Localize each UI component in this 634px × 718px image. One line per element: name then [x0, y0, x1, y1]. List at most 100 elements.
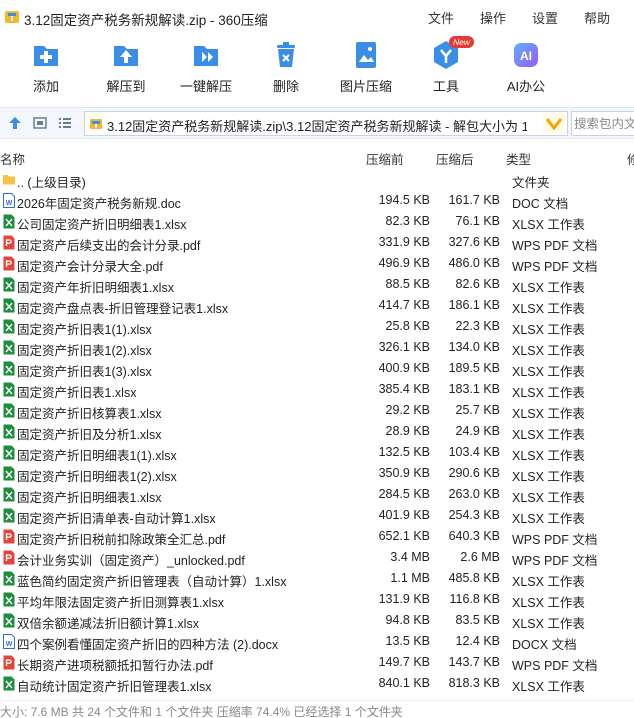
file-row[interactable]: 会计业务实训（固定资产）_unlocked.pdf 3.4 MB 2.6 MB WPS… — [0, 547, 634, 568]
file-size: 25.8 KB — [385, 319, 430, 333]
search-box[interactable] — [571, 111, 634, 136]
column-size[interactable]: 压缩前 — [366, 149, 404, 168]
file-name: 自动统计固定资产折旧管理表1.xlsx — [17, 680, 212, 694]
column-packed[interactable]: 压缩后 — [436, 149, 474, 168]
title-bar: 3.12固定资产税务新规解读.zip - 360压缩 文件 操作 设置 帮助 — [0, 0, 634, 34]
column-modified[interactable]: 修 — [627, 149, 634, 168]
file-packed-size: 263.0 KB — [448, 487, 500, 501]
file-name: 固定资产折旧明细表1(1).xlsx — [17, 449, 177, 463]
window-title: 3.12固定资产税务新规解读.zip - 360压缩 — [24, 13, 268, 28]
file-row[interactable]: 固定资产折旧明细表1(2).xlsx 350.9 KB 290.6 KB XLSX 工… — [0, 463, 634, 484]
excel-file-icon — [3, 613, 15, 628]
file-row[interactable]: 自动统计固定资产折旧管理表1.xlsx 840.1 KB 818.3 KB XLSX … — [0, 673, 634, 694]
file-type: XLSX 工作表 — [512, 302, 585, 316]
file-size: 149.7 KB — [378, 655, 430, 669]
file-row[interactable]: 固定资产折旧表1(1).xlsx 25.8 KB 22.3 KB XLSX 工作表 — [0, 316, 634, 337]
tools-button[interactable]: New 工具 — [411, 36, 481, 100]
file-row[interactable]: 固定资产折旧表1(2).xlsx 326.1 KB 134.0 KB XLSX 工作表 — [0, 337, 634, 358]
column-type[interactable]: 类型 — [506, 149, 531, 168]
menu-help[interactable]: 帮助 — [584, 8, 610, 27]
excel-file-icon — [3, 592, 15, 607]
file-row[interactable]: 固定资产年折旧明细表1.xlsx 88.5 KB 82.6 KB XLSX 工作表 — [0, 274, 634, 295]
file-row[interactable]: 固定资产盘点表-折旧管理登记表1.xlsx 414.7 KB 186.1 KB XLS… — [0, 295, 634, 316]
file-size: 326.1 KB — [378, 340, 430, 354]
column-name[interactable]: 名称 — [0, 149, 25, 168]
file-row[interactable]: W 2026年固定资产税务新规.doc 194.5 KB 161.7 KB DOC 文档 — [0, 190, 634, 211]
ai-office-button[interactable]: AI AI办公 — [491, 38, 561, 100]
file-packed-size: 254.3 KB — [448, 508, 500, 522]
file-name: 固定资产折旧表1(2).xlsx — [17, 344, 152, 358]
file-name: 固定资产折旧明细表1.xlsx — [17, 491, 162, 505]
file-packed-size: 818.3 KB — [448, 676, 500, 690]
one-click-extract-icon — [194, 46, 218, 66]
file-row[interactable]: 固定资产折旧明细表1(1).xlsx 132.5 KB 103.4 KB XLSX 工… — [0, 442, 634, 463]
file-row[interactable]: 长期资产进项税额抵扣暂行办法.pdf 149.7 KB 143.7 KB WPS PD… — [0, 652, 634, 673]
file-packed-size: 290.6 KB — [448, 466, 500, 480]
delete-button[interactable]: 删除 — [251, 38, 321, 100]
archive-icon — [90, 119, 102, 129]
file-row[interactable]: 固定资产折旧清单表-自动计算1.xlsx 401.9 KB 254.3 KB XLSX… — [0, 505, 634, 526]
file-name: 固定资产折旧表1(1).xlsx — [17, 323, 152, 337]
file-name: .. (上级目录) — [17, 176, 86, 190]
file-packed-size: 116.8 KB — [449, 592, 500, 606]
file-packed-size: 327.6 KB — [448, 235, 500, 249]
file-row[interactable]: 固定资产折旧明细表1.xlsx 284.5 KB 263.0 KB XLSX 工作表 — [0, 484, 634, 505]
file-row[interactable]: 固定资产会计分录大全.pdf 496.9 KB 486.0 KB WPS PDF 文档 — [0, 253, 634, 274]
file-row[interactable]: 固定资产折旧表1.xlsx 385.4 KB 183.1 KB XLSX 工作表 — [0, 379, 634, 400]
file-packed-size: 485.8 KB — [448, 571, 500, 585]
file-row[interactable]: 蓝色简约固定资产折旧管理表（自动计算）1.xlsx 1.1 MB 485.8 KB X… — [0, 568, 634, 589]
file-type: XLSX 工作表 — [512, 407, 585, 421]
file-name: 长期资产进项税额抵扣暂行办法.pdf — [17, 659, 213, 673]
add-button[interactable]: 添加 — [11, 38, 81, 100]
file-type: WPS PDF 文档 — [512, 533, 598, 547]
view-list-icon[interactable] — [58, 116, 72, 130]
file-row[interactable]: 固定资产折旧税前扣除政策全汇总.pdf 652.1 KB 640.3 KB WPS P… — [0, 526, 634, 547]
excel-file-icon — [3, 361, 15, 376]
menu-operation[interactable]: 操作 — [480, 8, 506, 27]
file-row[interactable]: 固定资产折旧及分析1.xlsx 28.9 KB 24.9 KB XLSX 工作表 — [0, 421, 634, 442]
file-size: 82.3 KB — [385, 214, 430, 228]
up-arrow-icon[interactable] — [8, 116, 22, 130]
file-name: 固定资产年折旧明细表1.xlsx — [17, 281, 174, 295]
search-input[interactable] — [574, 113, 634, 134]
image-compress-button[interactable]: 图片压缩 — [331, 38, 401, 100]
excel-file-icon — [3, 466, 15, 481]
toolbar: 添加 解压到 一键解压 删除 图片压缩 New 工具 AI AI办公 — [0, 34, 634, 102]
file-size: 132.5 KB — [378, 445, 430, 459]
excel-file-icon — [3, 487, 15, 502]
file-type: XLSX 工作表 — [512, 512, 585, 526]
path-field[interactable]: 3.12固定资产税务新规解读.zip\3.12固定资产税务新规解读 - 解包大小… — [84, 111, 568, 136]
menu-settings[interactable]: 设置 — [532, 8, 558, 27]
file-packed-size: 186.1 KB — [448, 298, 500, 312]
file-type: XLSX 工作表 — [512, 596, 585, 610]
file-packed-size: 22.3 KB — [455, 319, 500, 333]
file-row[interactable]: 固定资产后续支出的会计分录.pdf 331.9 KB 327.6 KB WPS PDF… — [0, 232, 634, 253]
address-bar: 3.12固定资产税务新规解读.zip\3.12固定资产税务新规解读 - 解包大小… — [0, 107, 634, 139]
file-size: 194.5 KB — [378, 193, 430, 207]
file-type: WPS PDF 文档 — [512, 260, 598, 274]
file-row[interactable]: 平均年限法固定资产折旧测算表1.xlsx 131.9 KB 116.8 KB XLSX… — [0, 589, 634, 610]
file-type: DOCX 文档 — [512, 638, 577, 652]
extract-to-button[interactable]: 解压到 — [91, 38, 161, 100]
file-size: 28.9 KB — [385, 424, 430, 438]
excel-file-icon — [3, 445, 15, 460]
file-row[interactable]: 公司固定资产折旧明细表1.xlsx 82.3 KB 76.1 KB XLSX 工作表 — [0, 211, 634, 232]
parent-folder-row[interactable]: .. (上级目录) 文件夹 — [0, 169, 634, 190]
menu-file[interactable]: 文件 — [428, 8, 454, 27]
one-click-extract-button[interactable]: 一键解压 — [171, 38, 241, 100]
file-type: XLSX 工作表 — [512, 491, 585, 505]
file-row[interactable]: 双倍余额递减法折旧额计算1.xlsx 94.8 KB 83.5 KB XLSX 工作表 — [0, 610, 634, 631]
file-row[interactable]: 固定资产折旧核算表1.xlsx 29.2 KB 25.7 KB XLSX 工作表 — [0, 400, 634, 421]
file-type: XLSX 工作表 — [512, 365, 585, 379]
view-icons-icon[interactable] — [33, 116, 47, 130]
file-name: 固定资产折旧税前扣除政策全汇总.pdf — [17, 533, 226, 547]
file-size: 284.5 KB — [378, 487, 430, 501]
path-dropdown-button[interactable] — [543, 113, 565, 134]
file-size: 652.1 KB — [378, 529, 430, 543]
file-packed-size: 82.6 KB — [455, 277, 500, 291]
file-row[interactable]: W 四个案例看懂固定资产折旧的四种方法 (2).docx 13.5 KB 12.4 K… — [0, 631, 634, 652]
file-row[interactable]: 固定资产折旧表1(3).xlsx 400.9 KB 189.5 KB XLSX 工作表 — [0, 358, 634, 379]
image-compress-label: 图片压缩 — [339, 79, 392, 94]
folder-icon — [3, 175, 15, 185]
file-name: 固定资产后续支出的会计分录.pdf — [17, 239, 201, 253]
